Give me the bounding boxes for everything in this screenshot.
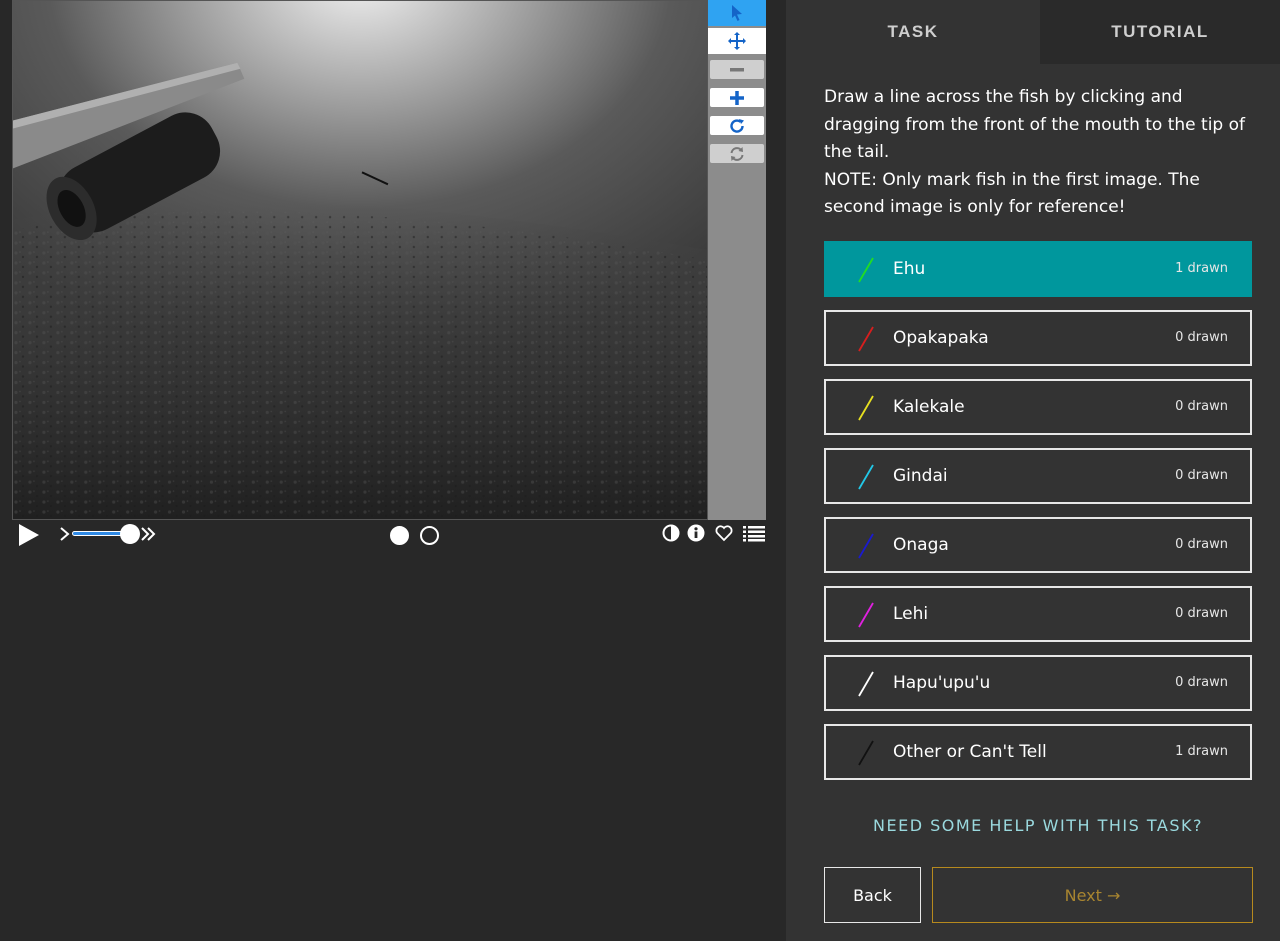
pan-icon <box>728 32 746 50</box>
choice-count: 0 drawn <box>1175 330 1228 345</box>
choice-label: Hapu'upu'u <box>893 673 991 693</box>
next-button[interactable]: Next → <box>932 867 1253 923</box>
choice-count: 0 drawn <box>1175 399 1228 414</box>
info-icon[interactable] <box>687 524 705 542</box>
choice-hapuupuu[interactable]: Hapu'upu'u 0 drawn <box>824 655 1252 711</box>
choice-gindai[interactable]: Gindai 0 drawn <box>824 448 1252 504</box>
back-button[interactable]: Back <box>824 867 921 923</box>
pointer-icon <box>732 5 742 21</box>
choice-count: 1 drawn <box>1175 261 1228 276</box>
zoom-out-icon <box>730 67 744 71</box>
choice-ehu[interactable]: Ehu 1 drawn <box>824 241 1252 297</box>
choice-label: Onaga <box>893 535 949 555</box>
help-link[interactable]: NEED SOME HELP WITH THIS TASK? <box>824 816 1252 835</box>
line-tool-icon <box>858 395 874 421</box>
task-panel: TASK TUTORIAL Draw a line across the fis… <box>786 0 1280 941</box>
zoom-out-button[interactable] <box>710 60 764 79</box>
slow-speed-icon[interactable] <box>58 525 72 543</box>
rotate-icon <box>730 118 744 133</box>
choice-label: Ehu <box>893 259 926 279</box>
choice-lehi[interactable]: Lehi 0 drawn <box>824 586 1252 642</box>
choice-kalekale[interactable]: Kalekale 0 drawn <box>824 379 1252 435</box>
reset-icon <box>730 146 744 161</box>
invert-icon[interactable] <box>662 524 680 542</box>
line-tool-icon <box>858 671 874 697</box>
choice-label: Gindai <box>893 466 948 486</box>
pan-tool-button[interactable] <box>708 28 766 54</box>
subject-viewer[interactable] <box>12 0 708 520</box>
choice-label: Opakapaka <box>893 328 989 348</box>
line-tool-icon <box>858 602 874 628</box>
choice-opakapaka[interactable]: Opakapaka 0 drawn <box>824 310 1252 366</box>
line-tool-icon <box>858 740 874 766</box>
play-icon[interactable] <box>18 523 40 547</box>
tab-tutorial[interactable]: TUTORIAL <box>1040 0 1280 64</box>
choice-count: 0 drawn <box>1175 675 1228 690</box>
instruction-text: Draw a line across the fish by clicking … <box>824 87 1245 162</box>
heart-icon[interactable] <box>715 524 733 542</box>
panel-tabs: TASK TUTORIAL <box>786 0 1280 64</box>
choice-other[interactable]: Other or Can't Tell 1 drawn <box>824 724 1252 780</box>
line-tool-icon <box>858 257 874 283</box>
choice-count: 0 drawn <box>1175 468 1228 483</box>
instruction-note: NOTE: Only mark fish in the first image.… <box>824 169 1200 218</box>
choice-count: 1 drawn <box>1175 744 1228 759</box>
choice-count: 0 drawn <box>1175 537 1228 552</box>
task-instructions: Draw a line across the fish by clicking … <box>824 84 1264 222</box>
zoom-in-button[interactable] <box>710 88 764 107</box>
choice-onaga[interactable]: Onaga 0 drawn <box>824 517 1252 573</box>
line-tool-icon <box>858 533 874 559</box>
frame-dot-1[interactable] <box>390 526 409 545</box>
playback-controls <box>12 520 766 550</box>
choice-label: Kalekale <box>893 397 965 417</box>
tab-task[interactable]: TASK <box>786 0 1040 64</box>
line-tool-icon <box>858 326 874 352</box>
subject-image[interactable] <box>13 1 707 519</box>
reset-button[interactable] <box>710 144 764 163</box>
viewer-toolbar <box>708 0 766 520</box>
frame-dot-2[interactable] <box>420 526 439 545</box>
choice-count: 0 drawn <box>1175 606 1228 621</box>
zoom-in-icon <box>730 90 744 105</box>
speed-slider-thumb[interactable] <box>120 524 140 544</box>
fast-speed-icon[interactable] <box>140 525 158 543</box>
line-tool-icon <box>858 464 874 490</box>
choice-label: Other or Can't Tell <box>893 742 1047 762</box>
choice-label: Lehi <box>893 604 929 624</box>
pointer-tool-button[interactable] <box>708 0 766 26</box>
collections-list-icon[interactable] <box>743 524 765 542</box>
rotate-button[interactable] <box>710 116 764 135</box>
